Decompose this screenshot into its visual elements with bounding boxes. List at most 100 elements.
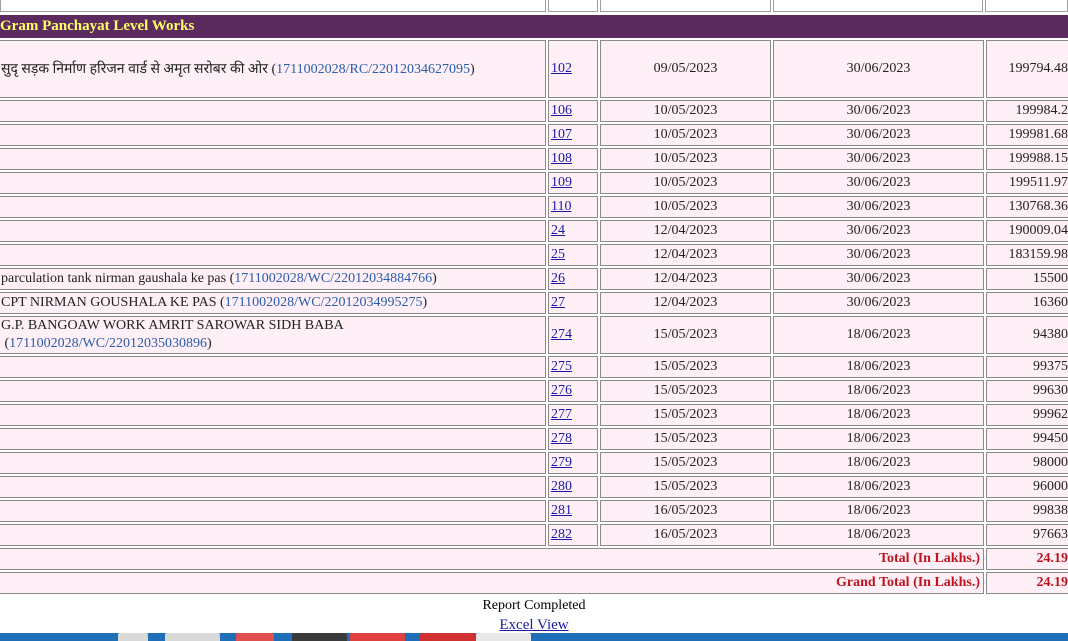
- work-description: [0, 428, 546, 450]
- table-row: 282 16/05/2023 18/06/2023 97663: [0, 524, 1068, 546]
- amount: 99962: [986, 404, 1068, 426]
- taskbar-button[interactable]: [350, 633, 405, 641]
- table-row: 279 15/05/2023 18/06/2023 98000: [0, 452, 1068, 474]
- previous-rows-edge: [0, 0, 1068, 15]
- work-description: [0, 220, 546, 242]
- table-row: 278 15/05/2023 18/06/2023 99450: [0, 428, 1068, 450]
- work-code: 1711002028/WC/22012034995275: [224, 295, 423, 310]
- work-description: [0, 100, 546, 122]
- work-id-link[interactable]: 280: [551, 479, 572, 494]
- amount: 199981.68: [986, 124, 1068, 146]
- amount: 97663: [986, 524, 1068, 546]
- work-id-link[interactable]: 281: [551, 503, 572, 518]
- taskbar-button[interactable]: [476, 633, 531, 641]
- work-id-link[interactable]: 106: [551, 103, 572, 118]
- work-id-link[interactable]: 282: [551, 527, 572, 542]
- work-id-cell: 25: [548, 244, 598, 266]
- end-date: 30/06/2023: [773, 244, 984, 266]
- amount: 99838: [986, 500, 1068, 522]
- amount: 98000: [986, 452, 1068, 474]
- work-id-link[interactable]: 26: [551, 271, 565, 286]
- work-description: parculation tank nirman gaushala ke pas …: [0, 268, 546, 290]
- table-row: 109 10/05/2023 30/06/2023 199511.97: [0, 172, 1068, 194]
- end-date: 18/06/2023: [773, 476, 984, 498]
- work-id-link[interactable]: 102: [551, 61, 572, 76]
- work-code: 1711002028/WC/22012035030896: [9, 336, 207, 351]
- work-description: [0, 380, 546, 402]
- table-row: CPT NIRMAN GOUSHALA KE PAS (1711002028/W…: [0, 292, 1068, 314]
- end-date: 30/06/2023: [773, 124, 984, 146]
- start-date: 16/05/2023: [600, 500, 771, 522]
- work-description: [0, 500, 546, 522]
- grand-total-row: Grand Total (In Lakhs.) 24.19: [0, 572, 1068, 594]
- work-id-link[interactable]: 276: [551, 383, 572, 398]
- work-id-link[interactable]: 277: [551, 407, 572, 422]
- works-table: सुदृ सड़क निर्माण हरिजन वार्ड से अमृत सर…: [0, 38, 1068, 596]
- work-description: [0, 356, 546, 378]
- work-id-cell: 278: [548, 428, 598, 450]
- end-date: 30/06/2023: [773, 268, 984, 290]
- grand-total-label: Grand Total (In Lakhs.): [0, 572, 984, 594]
- work-id-cell: 281: [548, 500, 598, 522]
- work-id-cell: 276: [548, 380, 598, 402]
- work-description: CPT NIRMAN GOUSHALA KE PAS (1711002028/W…: [0, 292, 546, 314]
- table-row: 107 10/05/2023 30/06/2023 199981.68: [0, 124, 1068, 146]
- taskbar-button[interactable]: [165, 633, 220, 641]
- start-date: 10/05/2023: [600, 172, 771, 194]
- work-id-cell: 282: [548, 524, 598, 546]
- end-date: 18/06/2023: [773, 524, 984, 546]
- table-row: 280 15/05/2023 18/06/2023 96000: [0, 476, 1068, 498]
- work-id-cell: 110: [548, 196, 598, 218]
- work-id-link[interactable]: 110: [551, 199, 571, 214]
- work-code: 1711002028/WC/22012034884766: [234, 271, 433, 286]
- work-id-link[interactable]: 278: [551, 431, 572, 446]
- amount: 99450: [986, 428, 1068, 450]
- work-id-link[interactable]: 108: [551, 151, 572, 166]
- amount: 199794.48: [986, 40, 1068, 98]
- end-date: 30/06/2023: [773, 100, 984, 122]
- start-date: 10/05/2023: [600, 148, 771, 170]
- work-description: [0, 244, 546, 266]
- taskbar-button[interactable]: [118, 633, 148, 641]
- end-date: 18/06/2023: [773, 452, 984, 474]
- end-date: 30/06/2023: [773, 292, 984, 314]
- start-date: 15/05/2023: [600, 428, 771, 450]
- taskbar-button[interactable]: [236, 633, 274, 641]
- end-date: 18/06/2023: [773, 316, 984, 354]
- work-id-link[interactable]: 24: [551, 223, 565, 238]
- work-description: [0, 124, 546, 146]
- work-id-link[interactable]: 275: [551, 359, 572, 374]
- start-date: 10/05/2023: [600, 100, 771, 122]
- work-id-link[interactable]: 274: [551, 327, 572, 342]
- taskbar: [0, 633, 1068, 641]
- work-id-cell: 107: [548, 124, 598, 146]
- start-date: 12/04/2023: [600, 244, 771, 266]
- table-row: 108 10/05/2023 30/06/2023 199988.15: [0, 148, 1068, 170]
- table-row: parculation tank nirman gaushala ke pas …: [0, 268, 1068, 290]
- start-date: 15/05/2023: [600, 452, 771, 474]
- start-date: 12/04/2023: [600, 268, 771, 290]
- end-date: 30/06/2023: [773, 40, 984, 98]
- work-id-link[interactable]: 25: [551, 247, 565, 262]
- work-description: [0, 452, 546, 474]
- report-status: Report Completed: [482, 598, 586, 613]
- work-id-cell: 277: [548, 404, 598, 426]
- total-row: Total (In Lakhs.) 24.19: [0, 548, 1068, 570]
- work-id-link[interactable]: 109: [551, 175, 572, 190]
- end-date: 30/06/2023: [773, 196, 984, 218]
- taskbar-button[interactable]: [420, 633, 475, 641]
- table-row: 275 15/05/2023 18/06/2023 99375: [0, 356, 1068, 378]
- work-id-link[interactable]: 107: [551, 127, 572, 142]
- taskbar-button[interactable]: [292, 633, 347, 641]
- table-row: सुदृ सड़क निर्माण हरिजन वार्ड से अमृत सर…: [0, 40, 1068, 98]
- amount: 199984.2: [986, 100, 1068, 122]
- start-date: 15/05/2023: [600, 404, 771, 426]
- excel-view-link[interactable]: Excel View: [499, 617, 568, 633]
- work-id-cell: 106: [548, 100, 598, 122]
- work-description: [0, 196, 546, 218]
- work-description: [0, 148, 546, 170]
- start-date: 15/05/2023: [600, 316, 771, 354]
- work-description: सुदृ सड़क निर्माण हरिजन वार्ड से अमृत सर…: [0, 40, 546, 98]
- work-id-link[interactable]: 27: [551, 295, 565, 310]
- work-id-link[interactable]: 279: [551, 455, 572, 470]
